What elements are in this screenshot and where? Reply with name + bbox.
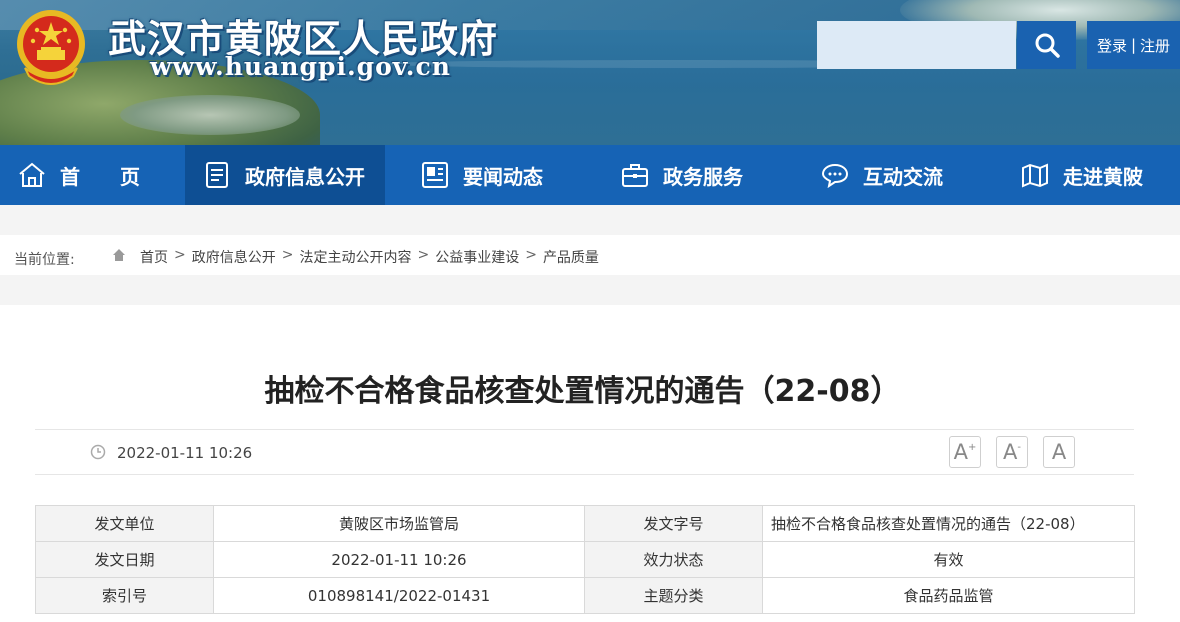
breadcrumb-item[interactable]: 公益事业建设	[435, 247, 519, 267]
search-button[interactable]	[1017, 21, 1076, 69]
table-row: 发文单位 黄陂区市场监管局 发文字号 抽检不合格食品核查处置情况的通告（22-0…	[35, 505, 1135, 542]
site-url[interactable]: www.huangpi.gov.cn	[150, 52, 451, 81]
table-key: 发文单位	[35, 505, 214, 542]
home-icon	[18, 161, 46, 189]
table-key: 效力状态	[584, 541, 763, 578]
search-icon	[1035, 33, 1060, 58]
font-button-label: A	[1051, 440, 1067, 464]
table-row: 索引号 010898141/2022-01431 主题分类 食品药品监管	[35, 577, 1135, 614]
table-key: 主题分类	[584, 577, 763, 614]
search-input[interactable]	[817, 21, 1016, 69]
divider	[35, 429, 1134, 430]
auth-separator: |	[1130, 36, 1137, 54]
document-icon	[203, 161, 231, 189]
breadcrumb-item[interactable]: 政府信息公开	[192, 247, 276, 267]
breadcrumb-separator: >	[525, 247, 537, 263]
header-banner: 武汉市黄陂区人民政府 www.huangpi.gov.cn 登录 | 注册	[0, 0, 1180, 145]
map-icon	[1021, 161, 1049, 189]
nav-item-interaction[interactable]: 互动交流	[785, 145, 985, 205]
nav-label: 政府信息公开	[245, 164, 365, 189]
font-size-decrease-button[interactable]: A-	[996, 436, 1028, 468]
table-key: 发文字号	[584, 505, 763, 542]
divider	[35, 474, 1134, 475]
nav-item-services[interactable]: 政务服务	[585, 145, 785, 205]
main-nav: 首 页 政府信息公开 要闻动态 政务服务 互动交流 走进黄陂	[0, 145, 1180, 205]
nav-label: 走进黄陂	[1063, 164, 1143, 189]
nav-item-about[interactable]: 走进黄陂	[985, 145, 1180, 205]
briefcase-icon	[621, 161, 649, 189]
table-key: 发文日期	[35, 541, 214, 578]
nav-label: 要闻动态	[463, 164, 543, 189]
breadcrumb-separator: >	[417, 247, 430, 263]
table-value: 2022-01-11 10:26	[213, 541, 585, 578]
table-value: 有效	[762, 541, 1135, 578]
breadcrumb-separator: >	[174, 247, 186, 263]
register-link[interactable]: 注册	[1140, 35, 1170, 56]
breadcrumb-item[interactable]: 法定主动公开内容	[299, 247, 411, 267]
table-value: 黄陂区市场监管局	[213, 505, 585, 542]
font-size-increase-button[interactable]: A +	[949, 436, 981, 468]
breadcrumb-item[interactable]: 产品质量	[543, 247, 599, 267]
home-icon	[113, 249, 125, 261]
publish-date: 2022-01-11 10:26	[117, 444, 253, 462]
nav-label: 首 页	[60, 164, 140, 189]
article-title: 抽检不合格食品核查处置情况的通告（22-08）	[264, 374, 901, 409]
table-row: 发文日期 2022-01-11 10:26 效力状态 有效	[35, 541, 1135, 578]
breadcrumb-label: 当前位置:	[14, 252, 75, 268]
font-size-reset-button[interactable]: A	[1043, 436, 1075, 468]
table-value: 食品药品监管	[762, 577, 1135, 614]
news-icon	[421, 161, 449, 189]
chat-icon	[821, 161, 849, 189]
auth-links: 登录 | 注册	[1087, 21, 1180, 69]
nav-item-news[interactable]: 要闻动态	[385, 145, 585, 205]
breadcrumb-item[interactable]: 首页	[140, 247, 168, 267]
table-value: 抽检不合格食品核查处置情况的通告（22-08）	[762, 505, 1135, 542]
table-key: 索引号	[35, 577, 214, 614]
breadcrumb-separator: >	[281, 247, 294, 263]
login-link[interactable]: 登录	[1097, 35, 1127, 56]
font-button-label: A	[953, 440, 968, 464]
breadcrumb: 当前位置: 首页 > 政府信息公开 > 法定主动公开内容 > 公益事业建设 > …	[0, 235, 1180, 275]
nav-label: 互动交流	[863, 164, 943, 189]
breadcrumb-trail: 首页 > 政府信息公开 > 法定主动公开内容 > 公益事业建设 > 产品质量	[140, 247, 599, 267]
document-info-table: 发文单位 黄陂区市场监管局 发文字号 抽检不合格食品核查处置情况的通告（22-0…	[35, 505, 1135, 614]
nav-item-home[interactable]: 首 页	[0, 145, 185, 205]
table-value: 010898141/2022-01431	[213, 577, 585, 614]
font-button-label: A	[1003, 440, 1018, 464]
nav-label: 政务服务	[663, 164, 743, 189]
nav-item-gov-info[interactable]: 政府信息公开	[185, 145, 385, 205]
national-emblem-icon	[17, 10, 85, 85]
clock-icon	[90, 444, 106, 460]
